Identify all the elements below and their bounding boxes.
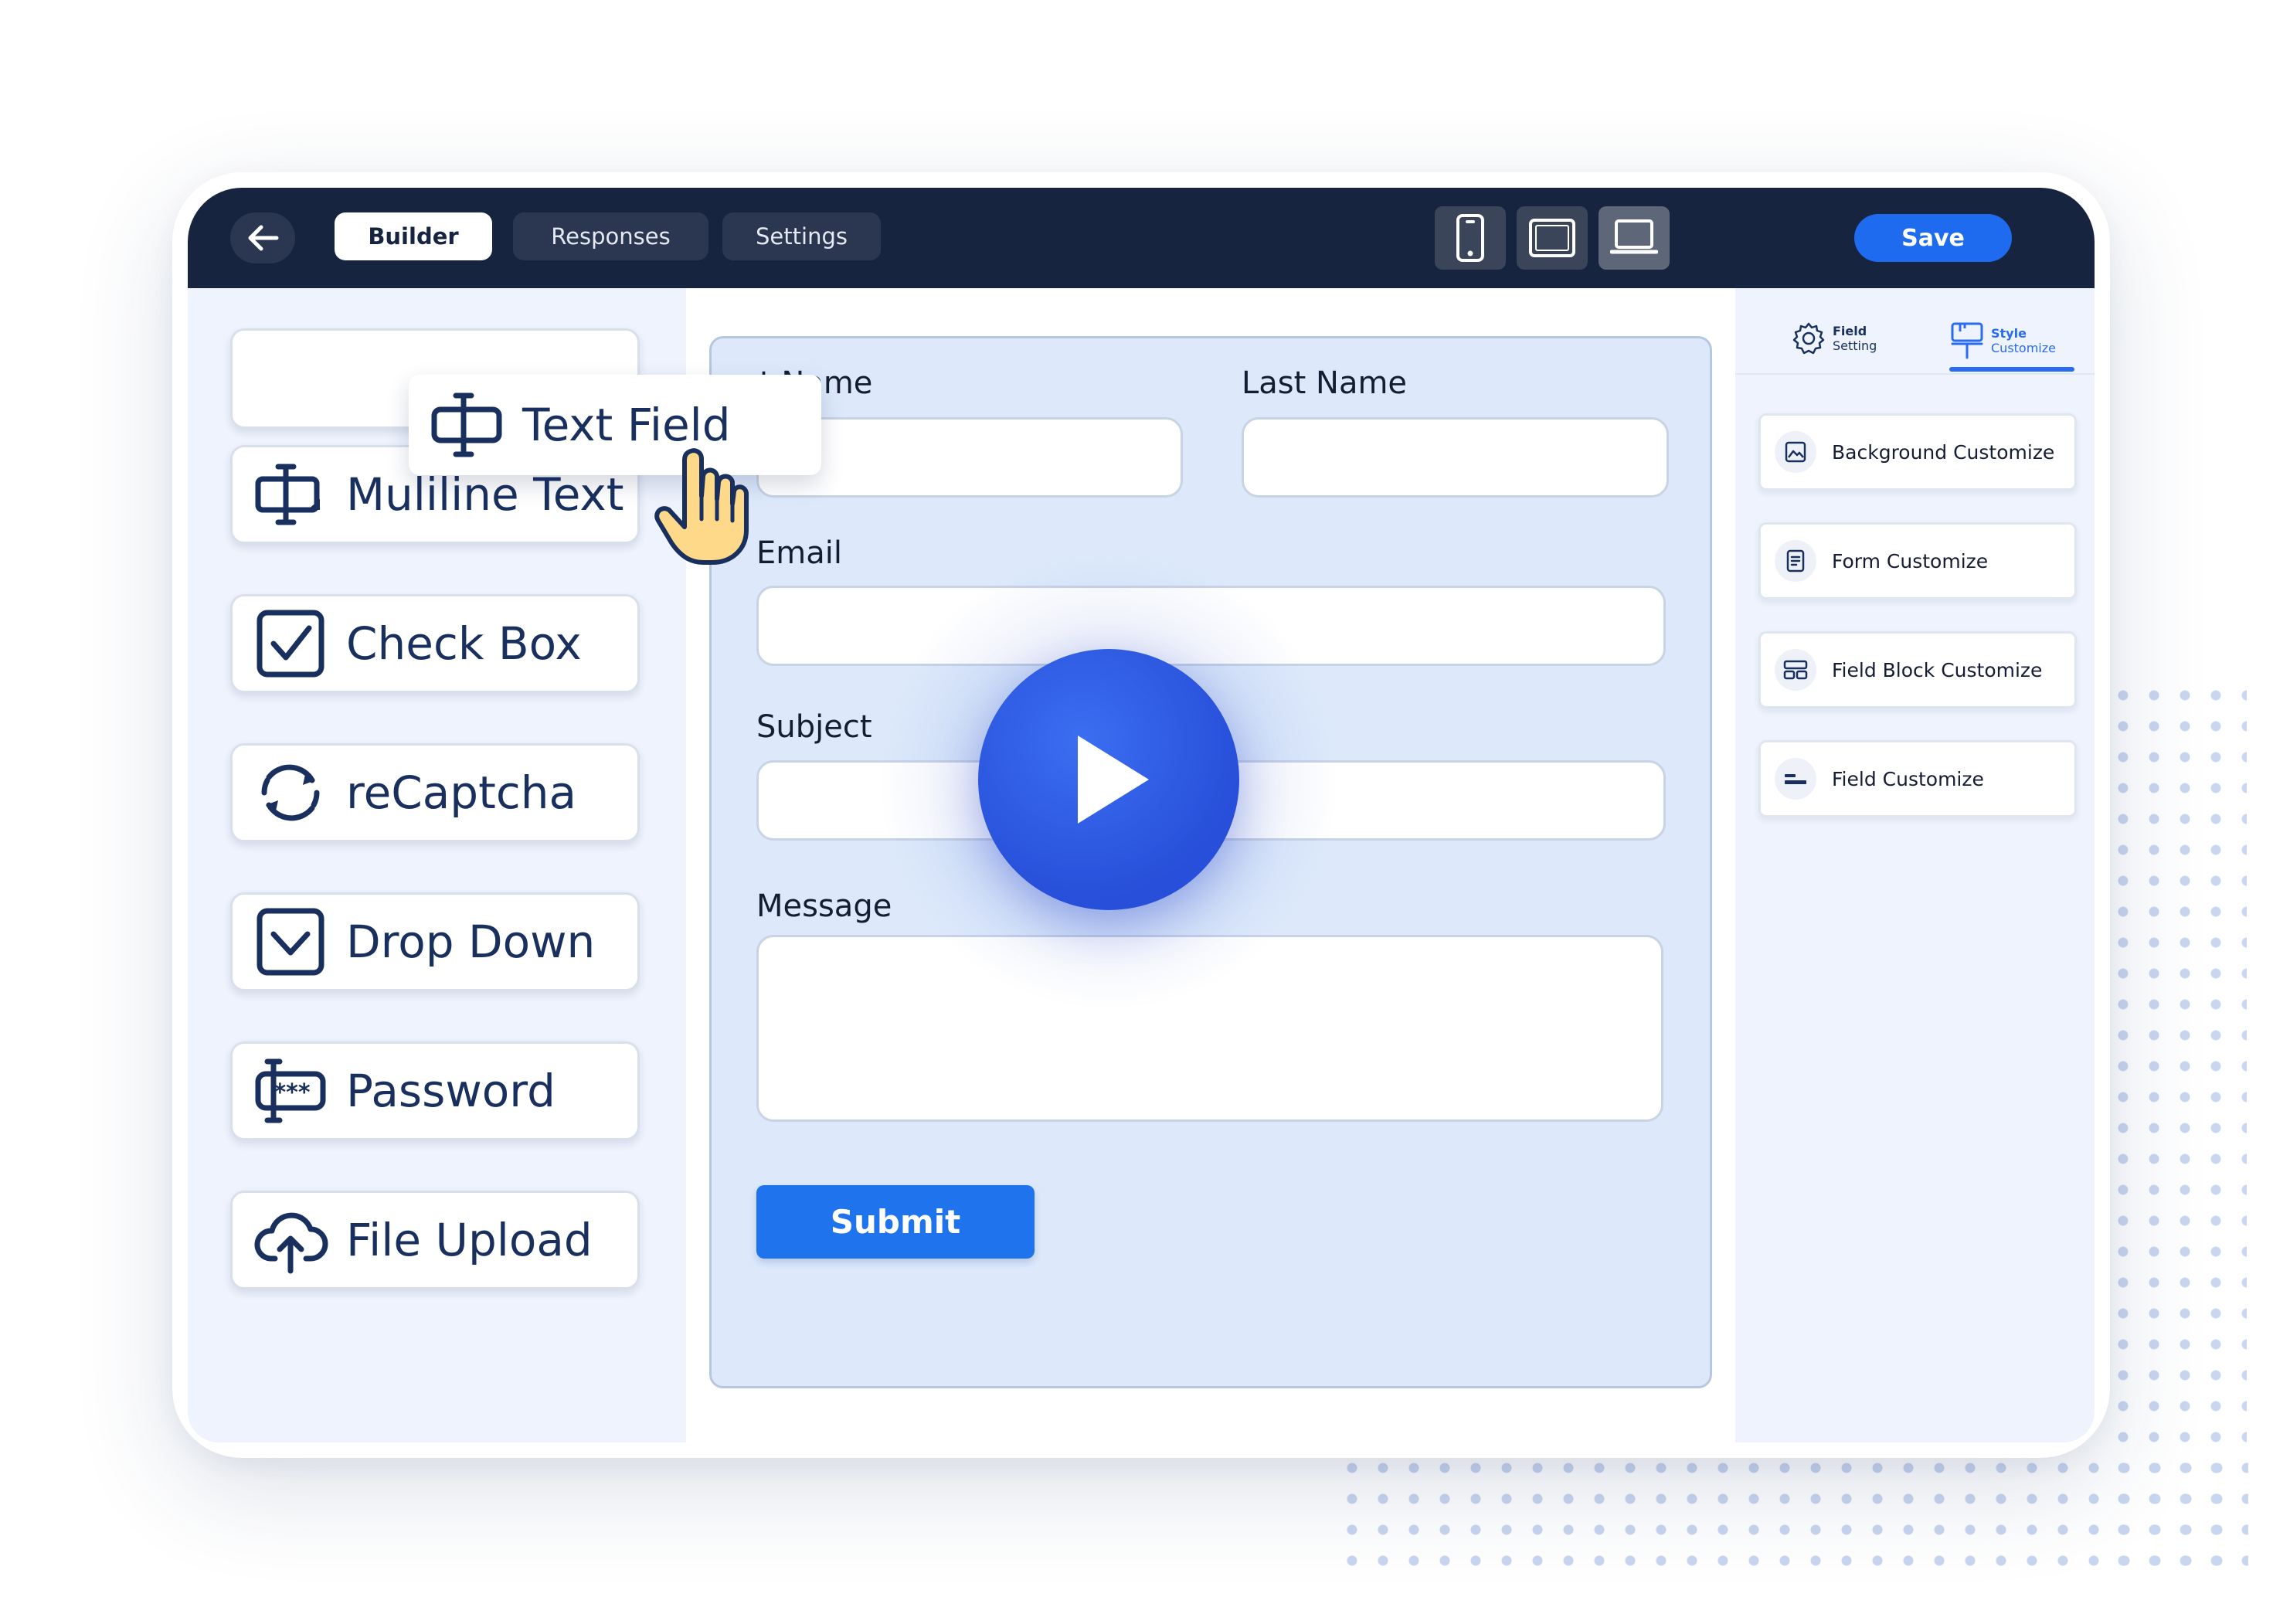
- option-icon-wrap: [1775, 758, 1816, 800]
- tab-builder[interactable]: Builder: [335, 212, 492, 260]
- field-line-icon: [1785, 774, 1806, 784]
- option-icon-wrap: [1775, 540, 1816, 582]
- option-label: Field Block Customize: [1832, 658, 2043, 681]
- device-mobile-button[interactable]: [1435, 206, 1506, 270]
- palette-item-check-box[interactable]: Check Box: [230, 594, 640, 693]
- subject-label: Subject: [756, 709, 872, 745]
- play-icon: [1078, 736, 1149, 824]
- tab-settings[interactable]: Settings: [722, 212, 881, 260]
- multiline-text-icon: [255, 464, 320, 525]
- palette-item-label: Muliline Text: [346, 468, 624, 521]
- palette-item-label: File Upload: [346, 1214, 593, 1266]
- svg-text:***: ***: [274, 1079, 310, 1106]
- desktop-icon: [1610, 219, 1658, 254]
- arrow-left-icon: [248, 225, 279, 251]
- message-label: Message: [756, 888, 892, 924]
- last-name-input[interactable]: [1242, 417, 1669, 498]
- blocks-icon: [1783, 660, 1808, 680]
- hand-cursor-icon: [654, 448, 749, 565]
- text-field-icon: [431, 392, 502, 457]
- upload-icon: [254, 1212, 328, 1274]
- document-icon: [1786, 549, 1805, 572]
- palette-item-password[interactable]: *** Password: [230, 1041, 640, 1140]
- dragging-text-field-label: Text Field: [522, 399, 731, 451]
- option-label: Background Customize: [1832, 440, 2055, 464]
- option-background-customize[interactable]: Background Customize: [1758, 413, 2077, 491]
- dropdown-icon: [257, 908, 324, 976]
- style-panel: Field Setting Style Customize Background…: [1735, 288, 2095, 1442]
- option-icon-wrap: [1775, 431, 1816, 473]
- palette-item-label: reCaptcha: [346, 766, 577, 819]
- option-field-block-customize[interactable]: Field Block Customize: [1758, 631, 2077, 708]
- save-button[interactable]: Save: [1854, 214, 2012, 262]
- tab-style-customize[interactable]: Style Customize: [1949, 321, 2056, 361]
- palette-item-recaptcha[interactable]: reCaptcha: [230, 743, 640, 842]
- device-tablet-button[interactable]: [1517, 206, 1588, 270]
- play-video-button[interactable]: [978, 649, 1239, 910]
- last-name-label: Last Name: [1242, 365, 1408, 401]
- mobile-icon: [1456, 214, 1484, 262]
- dragging-text-field[interactable]: Text Field: [409, 375, 821, 475]
- recaptcha-icon: [261, 764, 320, 821]
- tab-field-setting-label: Field Setting: [1833, 324, 1877, 353]
- active-tab-indicator: [1949, 367, 2074, 372]
- palette-item-file-upload[interactable]: File Upload: [230, 1191, 640, 1289]
- option-field-customize[interactable]: Field Customize: [1758, 740, 2077, 817]
- checkbox-icon: [257, 610, 324, 678]
- email-label: Email: [756, 535, 842, 571]
- dot-pattern-right: [2108, 680, 2247, 1568]
- paint-roller-icon: [1951, 322, 1983, 359]
- password-icon: ***: [255, 1058, 326, 1123]
- tablet-icon: [1529, 219, 1575, 257]
- option-icon-wrap: [1775, 649, 1816, 691]
- palette-item-label: Drop Down: [346, 916, 596, 968]
- back-button[interactable]: [230, 212, 295, 263]
- image-icon: [1785, 441, 1806, 463]
- palette-item-drop-down[interactable]: Drop Down: [230, 892, 640, 991]
- option-label: Form Customize: [1832, 549, 1989, 572]
- tab-style-customize-label: Style Customize: [1991, 326, 2056, 355]
- palette-item-label: Password: [346, 1065, 556, 1117]
- palette-item-label: Check Box: [346, 617, 582, 670]
- tab-responses[interactable]: Responses: [513, 212, 708, 260]
- submit-button[interactable]: Submit: [756, 1185, 1035, 1259]
- device-desktop-button[interactable]: [1599, 206, 1670, 270]
- top-bar: Builder Responses Settings Save: [188, 188, 2095, 288]
- tab-divider: [1735, 373, 2095, 375]
- gear-icon: [1792, 322, 1825, 355]
- option-label: Field Customize: [1832, 767, 1984, 790]
- option-form-customize[interactable]: Form Customize: [1758, 522, 2077, 600]
- tab-field-setting[interactable]: Field Setting: [1791, 321, 1877, 356]
- dot-pattern-bottom: [1337, 1452, 2248, 1568]
